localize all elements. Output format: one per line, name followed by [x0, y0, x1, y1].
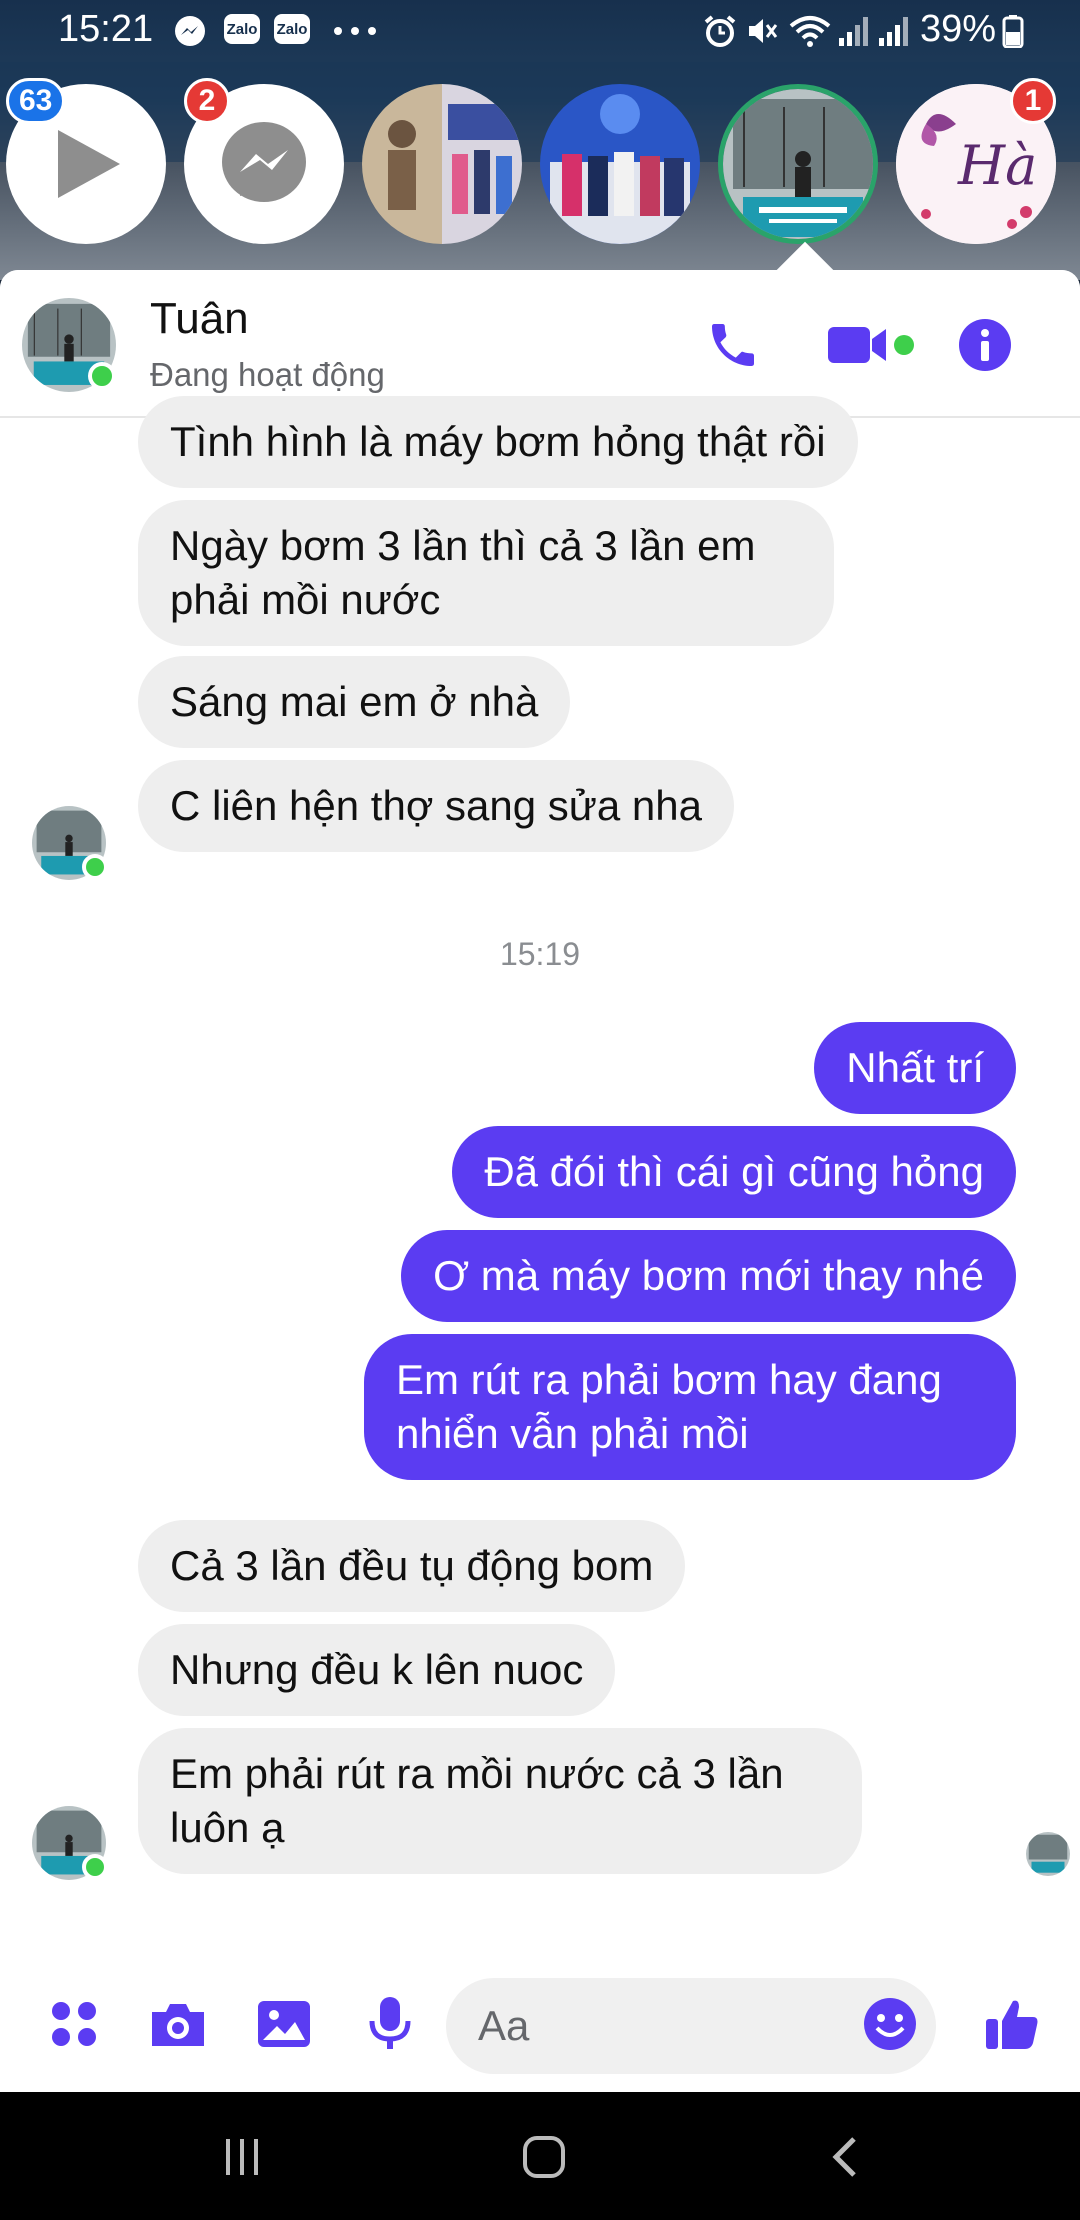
message-timestamp: 15:19 [499, 936, 581, 972]
camera-icon [152, 2004, 204, 2046]
outgoing-message[interactable]: Đã đói thì cái gì cũng hỏng [452, 1126, 1016, 1218]
online-indicator [88, 362, 116, 390]
home-button[interactable] [504, 2122, 584, 2192]
system-navigation-bar [0, 2092, 1080, 2220]
status-bar: 15:21 Zalo Zalo 39% [0, 0, 1080, 62]
outgoing-message[interactable]: Nhất trí [814, 1022, 1016, 1114]
video-chat-head-badge: 63 [6, 78, 66, 124]
wifi-icon [788, 14, 832, 48]
emoji-button[interactable] [858, 1992, 922, 2056]
incoming-message[interactable]: Tình hình là máy bơm hỏng thật rồi [138, 396, 858, 488]
microphone-icon [369, 1997, 411, 2049]
read-receipt-avatar [1026, 1832, 1070, 1876]
more-actions-button[interactable] [42, 1992, 106, 2056]
back-button[interactable] [806, 2122, 886, 2192]
svg-text:Hà: Hà [957, 134, 1037, 197]
battery-icon [1000, 14, 1026, 48]
chat-window: Tuân Đang hoạt động Tình hình là máy bơm… [0, 270, 1080, 2092]
image-icon [258, 2001, 310, 2047]
contact-photo-2 [540, 84, 700, 244]
contact-chat-head-1[interactable] [362, 84, 522, 244]
incoming-message[interactable]: Em phải rút ra mồi nước cả 3 lần luôn ạ [138, 1728, 862, 1874]
contact-chat-head-tuan[interactable] [718, 84, 878, 244]
conversation-info-button[interactable] [950, 310, 1020, 380]
messenger-chat-head-badge: 2 [184, 78, 230, 124]
home-icon [523, 2136, 565, 2178]
incoming-message[interactable]: Sáng mai em ở nhà [138, 656, 571, 748]
messenger-notification-icon [172, 14, 208, 48]
signal-icon-1 [836, 14, 872, 48]
voice-call-button[interactable] [698, 310, 768, 380]
outgoing-message[interactable]: Ơ mà máy bơm mới thay nhé [401, 1230, 1016, 1322]
outgoing-message[interactable]: Em rút ra phải bơm hay đang nhiển vẫn ph… [364, 1334, 1016, 1480]
read-receipt-image [1026, 1832, 1070, 1876]
contact-chat-head-ha-badge: 1 [1010, 78, 1056, 124]
contact-photo-1 [362, 84, 522, 244]
video-call-button[interactable] [822, 310, 918, 380]
recent-apps-button[interactable] [202, 2122, 282, 2192]
like-button[interactable] [980, 1992, 1044, 2056]
camera-button[interactable] [146, 1992, 210, 2056]
signal-icon-2 [876, 14, 912, 48]
voice-message-button[interactable] [358, 1992, 422, 2056]
recent-apps-icon [226, 2139, 258, 2175]
contact-name[interactable]: Tuân [150, 294, 249, 344]
message-composer [0, 1950, 1080, 2092]
sender-online-indicator [82, 1854, 108, 1880]
mute-icon [744, 14, 780, 48]
smiley-icon [864, 1998, 916, 2050]
phone-icon [712, 324, 754, 366]
zalo-notification-icon-2: Zalo [274, 14, 310, 44]
incoming-message[interactable]: C liên hện thợ sang sửa nha [138, 760, 734, 852]
contact-chat-head-2[interactable] [540, 84, 700, 244]
contact-status: Đang hoạt động [150, 356, 385, 393]
thumbs-up-icon [986, 2000, 1038, 2049]
incoming-message[interactable]: Nhưng đều k lên nuoc [138, 1624, 616, 1716]
message-list[interactable]: Tình hình là máy bơm hỏng thật rồi Ngày … [0, 396, 1080, 2092]
incoming-message[interactable]: Ngày bơm 3 lần thì cả 3 lần em phải mồi … [138, 500, 834, 646]
status-time: 15:21 [58, 8, 154, 50]
gallery-button[interactable] [252, 1992, 316, 2056]
more-notifications-icon [330, 14, 380, 48]
info-icon [959, 319, 1011, 371]
back-icon [832, 2137, 856, 2177]
battery-percent: 39% [920, 8, 997, 50]
alarm-icon [702, 14, 738, 48]
zalo-notification-icon: Zalo [224, 14, 260, 44]
video-camera-icon [828, 327, 914, 363]
incoming-message[interactable]: Cả 3 lần đều tụ động bom [138, 1520, 686, 1612]
sender-online-indicator [82, 854, 108, 880]
apps-grid-icon [52, 2002, 96, 2046]
